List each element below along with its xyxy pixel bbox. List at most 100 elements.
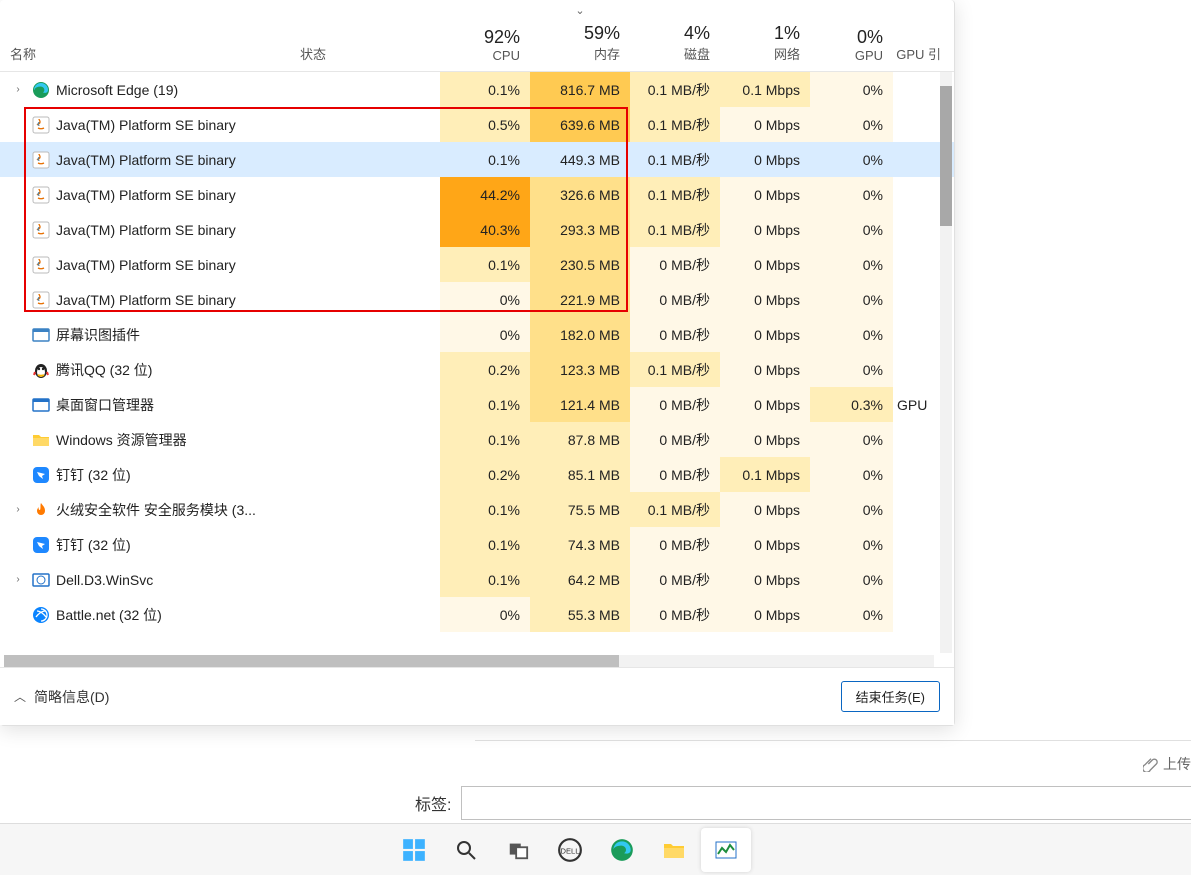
process-row[interactable]: 钉钉 (32 位) 0.1% 74.3 MB 0 MB/秒 0 Mbps 0% [0, 527, 954, 562]
taskbar-edge-icon[interactable] [597, 828, 647, 872]
disk-cell: 0 MB/秒 [630, 457, 720, 492]
process-name: Windows 资源管理器 [56, 430, 187, 450]
fewer-details-link[interactable]: 简略信息(D) [34, 687, 109, 707]
taskbar-explorer-icon[interactable] [649, 828, 699, 872]
network-cell: 0 Mbps [720, 422, 810, 457]
process-row[interactable]: 腾讯QQ (32 位) 0.2% 123.3 MB 0.1 MB/秒 0 Mbp… [0, 352, 954, 387]
process-row[interactable]: Battle.net (32 位) 0% 55.3 MB 0 MB/秒 0 Mb… [0, 597, 954, 632]
column-header-disk[interactable]: 4% 磁盘 [630, 0, 720, 71]
gpu-engine-cell [893, 492, 943, 527]
process-name: Java(TM) Platform SE binary [56, 117, 236, 133]
process-icon [32, 186, 50, 204]
process-row[interactable]: › Dell.D3.WinSvc 0.1% 64.2 MB 0 MB/秒 0 M… [0, 562, 954, 597]
process-row[interactable]: › Microsoft Edge (19) 0.1% 816.7 MB 0.1 … [0, 72, 954, 107]
process-icon [32, 81, 50, 99]
process-icon [32, 501, 50, 519]
network-cell: 0.1 Mbps [720, 457, 810, 492]
process-row[interactable]: Windows 资源管理器 0.1% 87.8 MB 0 MB/秒 0 Mbps… [0, 422, 954, 457]
gpu-cell: 0% [810, 527, 893, 562]
cpu-cell: 0.5% [440, 107, 530, 142]
cpu-cell: 44.2% [440, 177, 530, 212]
tag-input[interactable] [461, 786, 1191, 820]
attach-file-link[interactable]: 上传 [1143, 754, 1191, 774]
taskbar-task-manager-icon[interactable] [701, 828, 751, 872]
memory-cell: 816.7 MB [530, 72, 630, 107]
process-row[interactable]: Java(TM) Platform SE binary 40.3% 293.3 … [0, 212, 954, 247]
process-icon [32, 396, 50, 414]
memory-cell: 293.3 MB [530, 212, 630, 247]
process-name: Java(TM) Platform SE binary [56, 257, 236, 273]
gpu-engine-cell [893, 317, 943, 352]
expand-toggle[interactable]: › [10, 504, 26, 515]
start-button[interactable] [389, 828, 439, 872]
process-row[interactable]: 屏幕识图插件 0% 182.0 MB 0 MB/秒 0 Mbps 0% [0, 317, 954, 352]
horizontal-scrollbar[interactable] [4, 655, 934, 667]
process-status-cell [290, 387, 440, 422]
task-manager-window: 名称 状态 92% CPU ⌄ 59% 内存 4% 磁盘 1% 网络 [0, 0, 955, 726]
process-icon [32, 291, 50, 309]
process-list: › Microsoft Edge (19) 0.1% 816.7 MB 0.1 … [0, 72, 954, 632]
column-header-cpu[interactable]: 92% CPU [440, 0, 530, 71]
cpu-cell: 0.2% [440, 352, 530, 387]
chevron-up-icon[interactable]: ︿ [14, 688, 26, 705]
process-row[interactable]: Java(TM) Platform SE binary 44.2% 326.6 … [0, 177, 954, 212]
process-row[interactable]: 桌面窗口管理器 0.1% 121.4 MB 0 MB/秒 0 Mbps 0.3%… [0, 387, 954, 422]
column-header-network[interactable]: 1% 网络 [720, 0, 810, 71]
background-divider [475, 740, 1191, 741]
process-row[interactable]: Java(TM) Platform SE binary 0.1% 449.3 M… [0, 142, 954, 177]
network-cell: 0 Mbps [720, 562, 810, 597]
process-name-cell: 钉钉 (32 位) [0, 457, 290, 492]
search-button[interactable] [441, 828, 491, 872]
memory-cell: 85.1 MB [530, 457, 630, 492]
tag-input-row: 标签: [415, 786, 1191, 820]
process-row[interactable]: 钉钉 (32 位) 0.2% 85.1 MB 0 MB/秒 0.1 Mbps 0… [0, 457, 954, 492]
task-view-button[interactable] [493, 828, 543, 872]
process-name: Java(TM) Platform SE binary [56, 187, 236, 203]
process-icon [32, 151, 50, 169]
column-header-gpu[interactable]: 0% GPU [810, 0, 893, 71]
column-header-status[interactable]: 状态 [290, 0, 440, 71]
gpu-engine-cell [893, 457, 943, 492]
process-name-cell: › Microsoft Edge (19) [0, 72, 290, 107]
process-name-cell: 钉钉 (32 位) [0, 527, 290, 562]
process-name-cell: Battle.net (32 位) [0, 597, 290, 632]
process-name-cell: 桌面窗口管理器 [0, 387, 290, 422]
gpu-engine-cell [893, 72, 943, 107]
process-icon [32, 116, 50, 134]
process-name-cell: Java(TM) Platform SE binary [0, 247, 290, 282]
network-cell: 0 Mbps [720, 317, 810, 352]
process-row[interactable]: › 火绒安全软件 安全服务模块 (3... 0.1% 75.5 MB 0.1 M… [0, 492, 954, 527]
column-header-memory[interactable]: ⌄ 59% 内存 [530, 0, 630, 71]
process-status-cell [290, 282, 440, 317]
disk-cell: 0.1 MB/秒 [630, 142, 720, 177]
process-name-cell: Java(TM) Platform SE binary [0, 142, 290, 177]
taskbar-dell-icon[interactable]: DELL [545, 828, 595, 872]
network-cell: 0 Mbps [720, 142, 810, 177]
memory-cell: 230.5 MB [530, 247, 630, 282]
process-status-cell [290, 247, 440, 282]
gpu-cell: 0% [810, 247, 893, 282]
process-name: 桌面窗口管理器 [56, 395, 154, 415]
expand-toggle[interactable]: › [10, 574, 26, 585]
process-row[interactable]: Java(TM) Platform SE binary 0% 221.9 MB … [0, 282, 954, 317]
process-name-cell: Java(TM) Platform SE binary [0, 282, 290, 317]
process-status-cell [290, 212, 440, 247]
network-cell: 0 Mbps [720, 492, 810, 527]
network-cell: 0 Mbps [720, 387, 810, 422]
column-header-name[interactable]: 名称 [0, 0, 290, 71]
column-header-gpu-engine[interactable]: GPU 引 [893, 0, 943, 71]
process-name: 火绒安全软件 安全服务模块 (3... [56, 500, 256, 520]
process-row[interactable]: Java(TM) Platform SE binary 0.1% 230.5 M… [0, 247, 954, 282]
process-name-cell: › 火绒安全软件 安全服务模块 (3... [0, 492, 290, 527]
vertical-scrollbar[interactable] [940, 72, 952, 653]
gpu-engine-cell [893, 282, 943, 317]
process-row[interactable]: Java(TM) Platform SE binary 0.5% 639.6 M… [0, 107, 954, 142]
gpu-cell: 0% [810, 597, 893, 632]
expand-toggle[interactable]: › [10, 84, 26, 95]
gpu-engine-cell [893, 597, 943, 632]
process-name-cell: Java(TM) Platform SE binary [0, 212, 290, 247]
gpu-engine-cell [893, 527, 943, 562]
process-status-cell [290, 562, 440, 597]
end-task-button[interactable]: 结束任务(E) [841, 681, 940, 712]
memory-cell: 55.3 MB [530, 597, 630, 632]
